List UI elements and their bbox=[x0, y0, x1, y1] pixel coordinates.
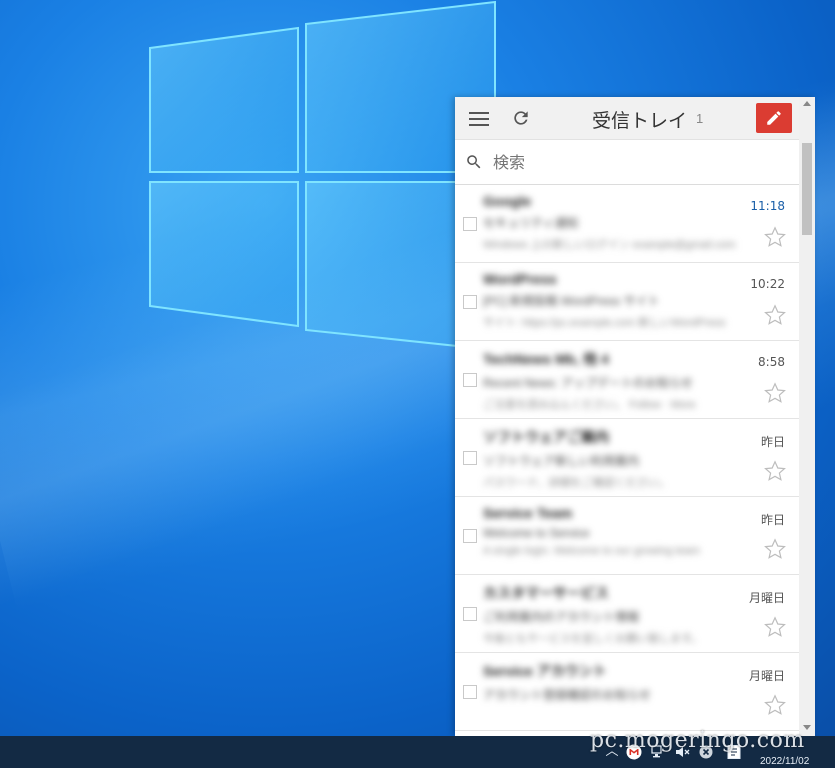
star-icon[interactable] bbox=[763, 381, 787, 405]
star-icon[interactable] bbox=[763, 303, 787, 327]
mail-checkbox[interactable] bbox=[463, 295, 477, 309]
mail-preview: TechNews Mb, 他 4 Recent News: アップデートのお知らせ… bbox=[483, 349, 751, 411]
compose-button[interactable] bbox=[756, 103, 792, 133]
watermark-text: pc.mogeringo.com bbox=[590, 728, 805, 753]
mail-row[interactable]: TechNews Mb, 他 4 Recent News: アップデートのお知らせ… bbox=[455, 341, 799, 419]
mail-time: 昨日 bbox=[760, 435, 785, 449]
star-icon[interactable] bbox=[763, 537, 787, 561]
mail-preview: ソフトウェアご案内ソフトウェア新しい利用案内パスワード、詳細をご確認ください。 bbox=[483, 427, 751, 489]
mail-time: 昨日 bbox=[760, 513, 785, 527]
star-icon[interactable] bbox=[763, 225, 787, 249]
mail-checkbox[interactable] bbox=[463, 685, 477, 699]
mail-sender: Service アカウント bbox=[483, 663, 607, 679]
star-icon[interactable] bbox=[763, 459, 787, 483]
star-icon[interactable] bbox=[763, 615, 787, 639]
mail-time: 月曜日 bbox=[748, 591, 785, 605]
unread-count: 1 bbox=[696, 111, 704, 126]
mail-checkbox[interactable] bbox=[463, 217, 477, 231]
mail-checkbox[interactable] bbox=[463, 529, 477, 543]
mail-time: 8:58 bbox=[758, 355, 785, 369]
mail-checkbox[interactable] bbox=[463, 607, 477, 621]
mail-preview: Google セキュリティ通知 Windows 上の新しいログイン example@… bbox=[483, 193, 751, 255]
mail-row[interactable]: ソフトウェアご案内 ソフトウェア新しい利用案内 パスワード、詳細をご確認ください。昨… bbox=[455, 419, 799, 497]
mail-sender: Google bbox=[483, 193, 532, 209]
mail-sender: TechNews Mb, 他 4 bbox=[483, 351, 609, 367]
mail-checkbox[interactable] bbox=[463, 451, 477, 465]
mail-subject: アカウント登録確認のお知らせ bbox=[483, 688, 651, 702]
mail-preview: Service アカウントアカウント登録確認のお知らせ bbox=[483, 661, 751, 723]
star-icon[interactable] bbox=[763, 693, 787, 717]
mail-row[interactable]: Service Team Welcome to Service A single l… bbox=[455, 497, 799, 575]
mail-subject: セキュリティ通知 bbox=[483, 216, 579, 230]
mail-time: 11:18 bbox=[750, 199, 785, 213]
mail-preview: カスタマーサービスご利用案内のアカウント情報今後ともサービスを宜しくお願い致しま… bbox=[483, 583, 751, 645]
mail-snippet: 今後ともサービスを宜しくお願い致します。 bbox=[483, 633, 702, 645]
refresh-icon[interactable] bbox=[511, 108, 531, 128]
mail-subject: ソフトウェア新しい利用案内 bbox=[483, 454, 640, 468]
menu-icon[interactable] bbox=[469, 109, 489, 127]
inbox-title: 受信トレイ bbox=[592, 110, 688, 132]
mail-row[interactable]: WordPress [PC] 新規投稿 WordPress サイトサイト: htt… bbox=[455, 263, 799, 341]
mail-snippet: Windows 上の新しいログイン example@gmail.com bbox=[483, 239, 736, 251]
mail-snippet: サイト: https://pc.example.com 新しいWordPress bbox=[483, 317, 726, 329]
tray-date[interactable]: 2022/11/02 bbox=[760, 756, 809, 767]
mail-row[interactable]: Service アカウント アカウント登録確認のお知らせ 月曜日 bbox=[455, 653, 799, 731]
mail-snippet: ご注意を読み込んください。 Follow · More bbox=[483, 399, 696, 411]
mail-row[interactable]: カスタマーサービスご利用案内のアカウント情報今後ともサービスを宜しくお願い致しま… bbox=[455, 575, 799, 653]
mail-subject: Recent News: アップデートのお知らせ bbox=[483, 376, 693, 390]
mail-subject: Welcome to Service bbox=[483, 526, 590, 540]
popup-header: 受信トレイ 1 bbox=[455, 97, 799, 140]
gmail-notifier-popup: 受信トレイ 1 Google セキュリティ通知 Windows 上の新しいログイン … bbox=[455, 97, 815, 736]
mail-checkbox[interactable] bbox=[463, 373, 477, 387]
mail-snippet: パスワード、詳細をご確認ください。 bbox=[483, 477, 670, 489]
mail-sender: ソフトウェアご案内 bbox=[483, 429, 609, 445]
search-icon bbox=[467, 155, 481, 169]
search-input[interactable] bbox=[491, 150, 785, 174]
mail-time: 10:22 bbox=[750, 277, 785, 291]
mail-sender: Service Team bbox=[483, 505, 573, 521]
mail-subject: ご利用案内のアカウント情報 bbox=[483, 610, 640, 624]
search-bar bbox=[455, 140, 799, 185]
mail-list: Google セキュリティ通知 Windows 上の新しいログイン example@… bbox=[455, 185, 799, 731]
mail-preview: Service Team Welcome to Service A single l… bbox=[483, 505, 751, 567]
mail-time: 月曜日 bbox=[748, 669, 785, 683]
scroll-up-arrow[interactable] bbox=[803, 101, 811, 106]
mail-sender: カスタマーサービス bbox=[483, 585, 609, 601]
mail-subject: [PC] 新規投稿 WordPress サイト bbox=[483, 294, 660, 308]
scroll-thumb[interactable] bbox=[802, 143, 812, 235]
scrollbar[interactable] bbox=[799, 97, 815, 736]
mail-sender: WordPress bbox=[483, 271, 557, 287]
mail-snippet: A single login. Welcome to our growing t… bbox=[483, 545, 700, 557]
mail-preview: WordPress [PC] 新規投稿 WordPress サイトサイト: htt… bbox=[483, 271, 751, 333]
mail-row[interactable]: Google セキュリティ通知 Windows 上の新しいログイン example@… bbox=[455, 185, 799, 263]
pencil-icon bbox=[767, 111, 781, 125]
